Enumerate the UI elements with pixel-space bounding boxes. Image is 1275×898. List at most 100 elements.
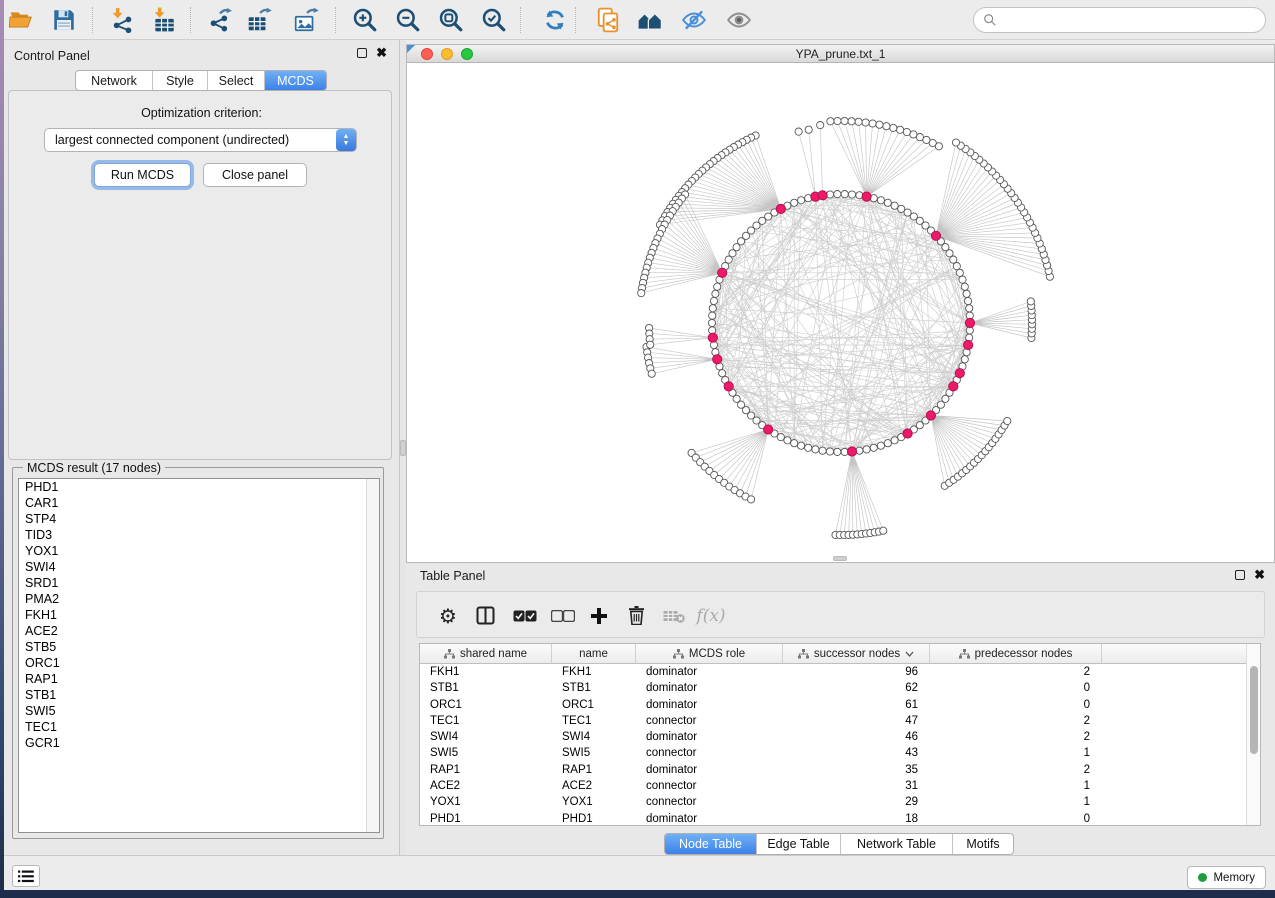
- table-cell[interactable]: 1: [930, 745, 1102, 761]
- mcds-result-item[interactable]: RAP1: [19, 671, 379, 687]
- network-node[interactable]: [966, 305, 973, 312]
- network-node[interactable]: [834, 448, 841, 455]
- table-cell[interactable]: 61: [783, 697, 930, 713]
- table-cell[interactable]: STB1: [420, 680, 552, 696]
- table-row[interactable]: SWI5SWI5connector431: [420, 745, 1102, 761]
- network-node[interactable]: [910, 131, 917, 138]
- table-cell[interactable]: ORC1: [552, 697, 636, 713]
- close-window-icon[interactable]: [421, 48, 433, 60]
- mcds-result-item[interactable]: SWI5: [19, 703, 379, 719]
- network-node[interactable]: [884, 199, 891, 206]
- table-cell[interactable]: 0: [930, 697, 1102, 713]
- close-panel-icon[interactable]: ✖: [376, 48, 387, 58]
- close-table-panel-icon[interactable]: ✖: [1254, 570, 1265, 580]
- table-cell[interactable]: ACE2: [552, 778, 636, 794]
- tab-select[interactable]: Select: [208, 71, 265, 90]
- table-cell[interactable]: 62: [783, 680, 930, 696]
- network-node[interactable]: [648, 370, 655, 377]
- table-cell[interactable]: ACE2: [420, 778, 552, 794]
- mcds-hub-node[interactable]: [862, 192, 871, 201]
- hide-selected-icon[interactable]: [679, 5, 709, 35]
- table-cell[interactable]: RAP1: [420, 762, 552, 778]
- close-panel-button[interactable]: Close panel: [203, 163, 307, 187]
- memory-button[interactable]: Memory: [1187, 866, 1266, 889]
- mcds-hub-node[interactable]: [903, 429, 912, 438]
- table-cell[interactable]: dominator: [636, 762, 783, 778]
- column-header-shared-name[interactable]: shared name: [420, 644, 552, 664]
- save-session-icon[interactable]: [49, 5, 79, 35]
- mcds-list-scrollbar[interactable]: [366, 479, 379, 832]
- show-panels-menu-button[interactable]: [12, 865, 40, 887]
- table-cell[interactable]: 29: [783, 794, 930, 810]
- table-cell[interactable]: SWI4: [552, 729, 636, 745]
- network-canvas[interactable]: [407, 63, 1274, 562]
- network-node[interactable]: [719, 370, 726, 377]
- mcds-result-item[interactable]: TID3: [19, 527, 379, 543]
- network-node[interactable]: [819, 447, 826, 454]
- table-row[interactable]: ACE2ACE2connector311: [420, 778, 1102, 794]
- table-row[interactable]: STB1STB1dominator620: [420, 680, 1102, 696]
- table-cell[interactable]: 0: [930, 680, 1102, 696]
- table-cell[interactable]: connector: [636, 794, 783, 810]
- network-node[interactable]: [891, 437, 898, 444]
- network-node[interactable]: [708, 319, 715, 326]
- tab-network[interactable]: Network: [76, 71, 153, 90]
- table-cell[interactable]: connector: [636, 778, 783, 794]
- table-cell[interactable]: YOX1: [420, 794, 552, 810]
- table-cell[interactable]: 96: [783, 664, 930, 680]
- mcds-result-item[interactable]: PHD1: [19, 479, 379, 495]
- table-row[interactable]: PHD1PHD1dominator180: [420, 811, 1102, 827]
- table-cell[interactable]: connector: [636, 713, 783, 729]
- network-node[interactable]: [748, 496, 755, 503]
- column-header-name[interactable]: name: [552, 644, 636, 664]
- clone-network-icon[interactable]: [593, 5, 623, 35]
- table-cell[interactable]: 18: [783, 811, 930, 827]
- network-node[interactable]: [876, 121, 883, 128]
- float-table-panel-icon[interactable]: [1235, 570, 1245, 580]
- table-cell[interactable]: SWI5: [552, 745, 636, 761]
- table-cell[interactable]: dominator: [636, 664, 783, 680]
- tab-style[interactable]: Style: [153, 71, 208, 90]
- network-node[interactable]: [952, 139, 959, 146]
- table-cell[interactable]: YOX1: [552, 794, 636, 810]
- refresh-icon[interactable]: [540, 5, 570, 35]
- table-row[interactable]: TEC1TEC1connector472: [420, 713, 1102, 729]
- mcds-hub-node[interactable]: [964, 340, 973, 349]
- network-node[interactable]: [870, 444, 877, 451]
- table-cell[interactable]: FKH1: [420, 664, 552, 680]
- network-node[interactable]: [827, 118, 834, 125]
- table-cell[interactable]: 2: [930, 729, 1102, 745]
- network-node[interactable]: [877, 197, 884, 204]
- network-node[interactable]: [855, 118, 862, 125]
- mcds-result-item[interactable]: CAR1: [19, 495, 379, 511]
- tab-edge-table[interactable]: Edge Table: [757, 834, 841, 854]
- network-node[interactable]: [890, 124, 897, 131]
- table-scrollbar[interactable]: [1246, 644, 1260, 825]
- run-mcds-button[interactable]: Run MCDS: [94, 163, 191, 187]
- network-node[interactable]: [903, 128, 910, 135]
- network-node[interactable]: [709, 305, 716, 312]
- network-node[interactable]: [826, 448, 833, 455]
- table-cell[interactable]: PHD1: [420, 811, 552, 827]
- network-node[interactable]: [841, 191, 848, 198]
- network-node[interactable]: [714, 283, 721, 290]
- mcds-hub-node[interactable]: [724, 382, 733, 391]
- table-cell[interactable]: SWI5: [420, 745, 552, 761]
- table-cell[interactable]: 43: [783, 745, 930, 761]
- table-settings-gear-icon[interactable]: ⚙: [435, 592, 461, 639]
- column-header-MCDS-role[interactable]: MCDS role: [636, 644, 783, 664]
- table-cell[interactable]: FKH1: [552, 664, 636, 680]
- delete-column-icon[interactable]: [623, 592, 649, 639]
- mcds-hub-node[interactable]: [965, 318, 974, 327]
- mcds-result-item[interactable]: STP4: [19, 511, 379, 527]
- network-node[interactable]: [953, 263, 960, 270]
- table-cell[interactable]: PHD1: [552, 811, 636, 827]
- deselect-all-icon[interactable]: [549, 592, 577, 639]
- network-node[interactable]: [805, 444, 812, 451]
- zoom-selected-icon[interactable]: [479, 5, 509, 35]
- table-cell[interactable]: 2: [930, 713, 1102, 729]
- table-row[interactable]: YOX1YOX1connector291: [420, 794, 1102, 810]
- mcds-result-item[interactable]: TEC1: [19, 719, 379, 735]
- table-cell[interactable]: TEC1: [420, 713, 552, 729]
- search-input[interactable]: [973, 7, 1266, 33]
